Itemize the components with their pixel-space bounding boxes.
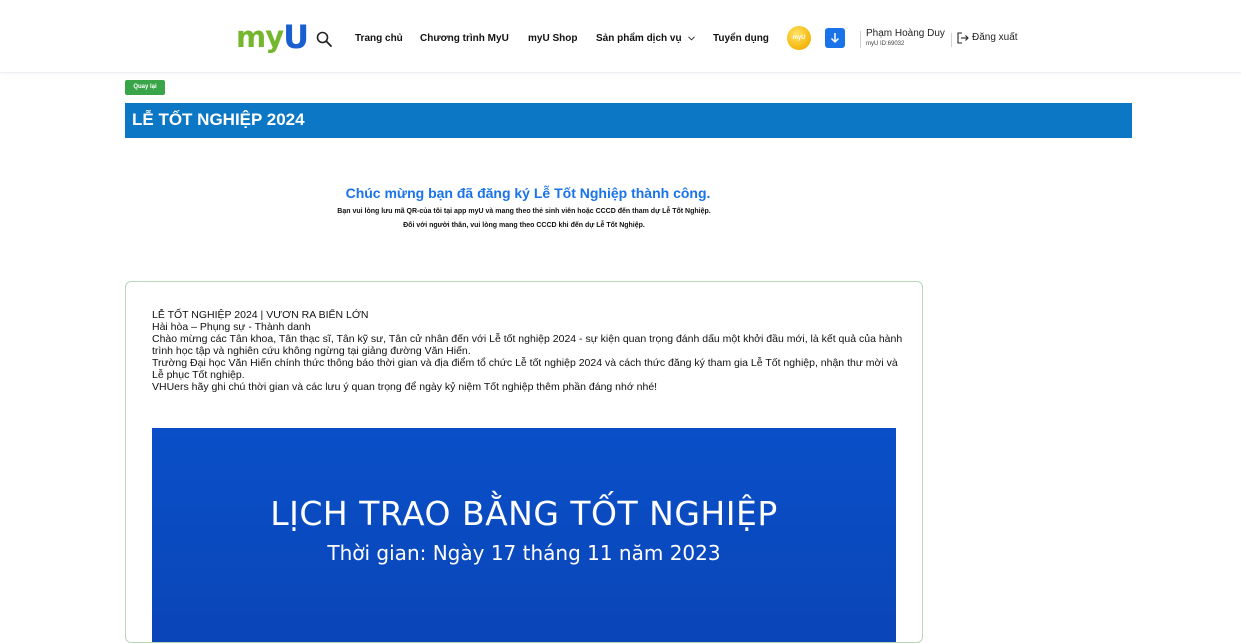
download-button[interactable] xyxy=(825,28,845,48)
user-id: myU ID:69032 xyxy=(866,41,905,47)
event-announcement: Trường Đại học Văn Hiến chính thức thông… xyxy=(152,357,898,381)
success-heading: Chúc mừng bạn đã đăng ký Lễ Tốt Nghiệp t… xyxy=(345,185,711,201)
nav-shop[interactable]: myU Shop xyxy=(528,33,577,44)
event-heading: LỄ TỐT NGHIỆP 2024 | VƯƠN RA BIỂN LỚN xyxy=(152,309,369,321)
nav-careers[interactable]: Tuyển dụng xyxy=(713,33,769,44)
arrow-down-icon xyxy=(830,33,840,44)
back-button[interactable]: Quay lại xyxy=(125,80,165,95)
success-instruction: Bạn vui lòng lưu mã QR-của tôi tại app m… xyxy=(337,208,711,215)
event-welcome: Chào mừng các Tân khoa, Tân thạc sĩ, Tân… xyxy=(152,333,903,357)
chevron-down-icon xyxy=(688,36,696,41)
event-info-card: LỄ TỐT NGHIỆP 2024 | VƯƠN RA BIỂN LỚN Hà… xyxy=(125,281,923,643)
myu-logo[interactable]: my U xyxy=(236,18,309,56)
logout-icon[interactable] xyxy=(957,32,969,44)
user-name[interactable]: Phạm Hoàng Duy xyxy=(866,28,945,39)
coin-label: myU xyxy=(792,35,806,41)
nav-home[interactable]: Trang chủ xyxy=(355,33,403,44)
coin-icon[interactable]: myU xyxy=(787,26,811,50)
event-reminder: VHUers hãy ghi chú thời gian và các lưu … xyxy=(152,381,658,393)
event-description: LỄ TỐT NGHIỆP 2024 | VƯƠN RA BIỂN LỚN Hà… xyxy=(152,309,904,393)
logout-link[interactable]: Đăng xuất xyxy=(972,32,1018,43)
banner-title: LỊCH TRAO BẰNG TỐT NGHIỆP xyxy=(270,494,778,533)
banner-subtitle: Thời gian: Ngày 17 tháng 11 năm 2023 xyxy=(327,541,721,565)
graduation-schedule-banner: LỊCH TRAO BẰNG TỐT NGHIỆP Thời gian: Ngà… xyxy=(152,428,896,642)
logo-text-u: U xyxy=(283,18,309,56)
header-divider xyxy=(860,31,861,48)
search-icon[interactable] xyxy=(316,31,332,47)
event-slogan: Hài hòa – Phụng sự - Thành danh xyxy=(152,321,311,333)
success-family-note: Đối với người thân, vui lòng mang theo C… xyxy=(403,222,645,229)
page-title-bar: LỄ TỐT NGHIỆP 2024 xyxy=(125,103,1132,138)
top-header: my U Trang chủ Chương trình MyU myU Shop … xyxy=(0,0,1241,73)
nav-program[interactable]: Chương trình MyU xyxy=(420,33,509,44)
logo-text-my: my xyxy=(236,20,284,54)
page-title: LỄ TỐT NGHIỆP 2024 xyxy=(132,110,305,129)
header-divider xyxy=(951,33,952,47)
nav-products[interactable]: Sản phẩm dịch vụ xyxy=(596,33,696,44)
nav-products-label: Sản phẩm dịch vụ xyxy=(596,33,682,44)
